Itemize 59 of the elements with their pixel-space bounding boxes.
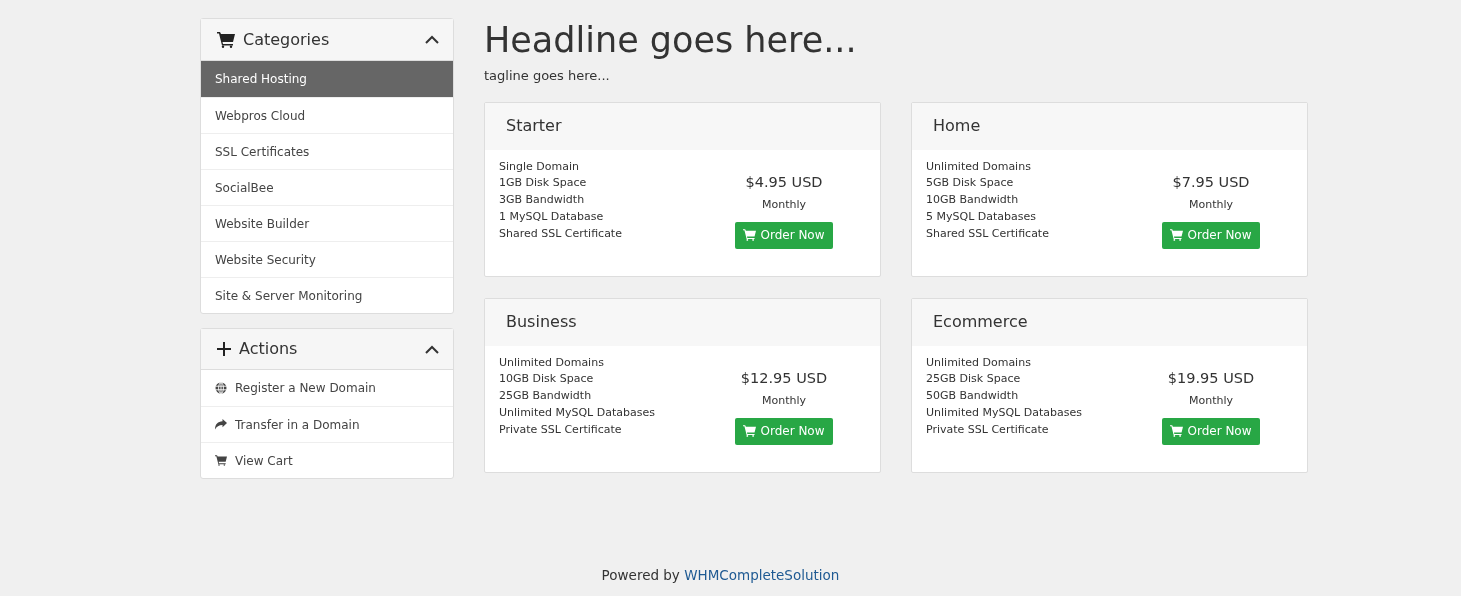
feature-text: Single Domain xyxy=(499,158,580,175)
feature-text: 5 MySQL Databases xyxy=(926,208,1037,225)
cart-icon xyxy=(743,229,757,242)
action-link[interactable]: Transfer in a Domain xyxy=(201,406,453,442)
feature-text: Private SSL Certificate xyxy=(499,421,623,438)
action-link[interactable]: View Cart xyxy=(201,442,453,478)
feature-text: Shared SSL Certificate xyxy=(926,225,1050,242)
billing-cycle: Monthly xyxy=(761,197,806,214)
category-link[interactable]: Website Builder xyxy=(201,205,453,241)
cart-icon xyxy=(1170,229,1184,242)
billing-cycle: Monthly xyxy=(1188,197,1233,214)
product-name: Home xyxy=(933,115,981,137)
feature-text: Private SSL Certificate xyxy=(926,421,1050,438)
feature-text: 1 MySQL Database xyxy=(499,208,605,225)
feature-text: Unlimited Domains xyxy=(499,354,605,371)
cart-icon xyxy=(215,455,227,466)
footer-text: Powered by xyxy=(601,567,681,583)
footer-link[interactable]: WHMCompleteSolution xyxy=(684,567,840,583)
category-link[interactable]: SSL Certificates xyxy=(201,133,453,169)
feature-text: Unlimited MySQL Databases xyxy=(499,404,656,421)
feature-text: Unlimited Domains xyxy=(926,354,1032,371)
feature-text: 1GB Disk Space xyxy=(499,175,588,192)
price-text: $7.95 USD xyxy=(1172,172,1250,192)
tagline: tagline goes here... xyxy=(484,67,611,85)
cart-icon xyxy=(217,31,235,48)
product-name: Ecommerce xyxy=(933,311,1028,333)
feature-text: 3GB Bandwidth xyxy=(499,192,586,209)
feature-text: 25GB Bandwidth xyxy=(499,388,593,405)
feature-text: 50GB Bandwidth xyxy=(926,388,1020,405)
billing-cycle: Monthly xyxy=(1188,393,1233,410)
plus-icon xyxy=(217,342,231,356)
action-link[interactable]: Register a New Domain xyxy=(201,370,453,406)
feature-text: Shared SSL Certificate xyxy=(499,225,623,242)
product-name: Starter xyxy=(506,115,562,137)
category-link[interactable]: SocialBee xyxy=(201,169,453,205)
price-text: $12.95 USD xyxy=(740,368,828,388)
chevron-up-icon[interactable] xyxy=(425,344,439,354)
category-link[interactable]: Website Security xyxy=(201,241,453,277)
feature-text: 25GB Disk Space xyxy=(926,371,1022,388)
headline: Headline goes here... xyxy=(484,19,858,62)
feature-text: 10GB Bandwidth xyxy=(926,192,1020,209)
category-link[interactable]: Shared Hosting xyxy=(201,61,453,97)
feature-text: Unlimited Domains xyxy=(926,158,1032,175)
category-link[interactable]: Webpros Cloud xyxy=(201,97,453,133)
feature-text: Unlimited MySQL Databases xyxy=(926,404,1083,421)
chevron-up-icon[interactable] xyxy=(425,35,439,44)
price-text: $4.95 USD xyxy=(745,172,823,192)
feature-text: 5GB Disk Space xyxy=(926,175,1015,192)
product-name: Business xyxy=(506,311,577,333)
cart-icon xyxy=(743,425,757,438)
cart-icon xyxy=(1170,425,1184,438)
category-link[interactable]: Site & Server Monitoring xyxy=(201,277,453,313)
price-text: $19.95 USD xyxy=(1167,368,1255,388)
billing-cycle: Monthly xyxy=(761,393,806,410)
globe-icon xyxy=(215,382,227,394)
panel-title: Categories xyxy=(243,28,331,51)
arrow-icon xyxy=(215,419,227,430)
panel-title: Actions xyxy=(239,338,299,360)
feature-text: 10GB Disk Space xyxy=(499,371,595,388)
